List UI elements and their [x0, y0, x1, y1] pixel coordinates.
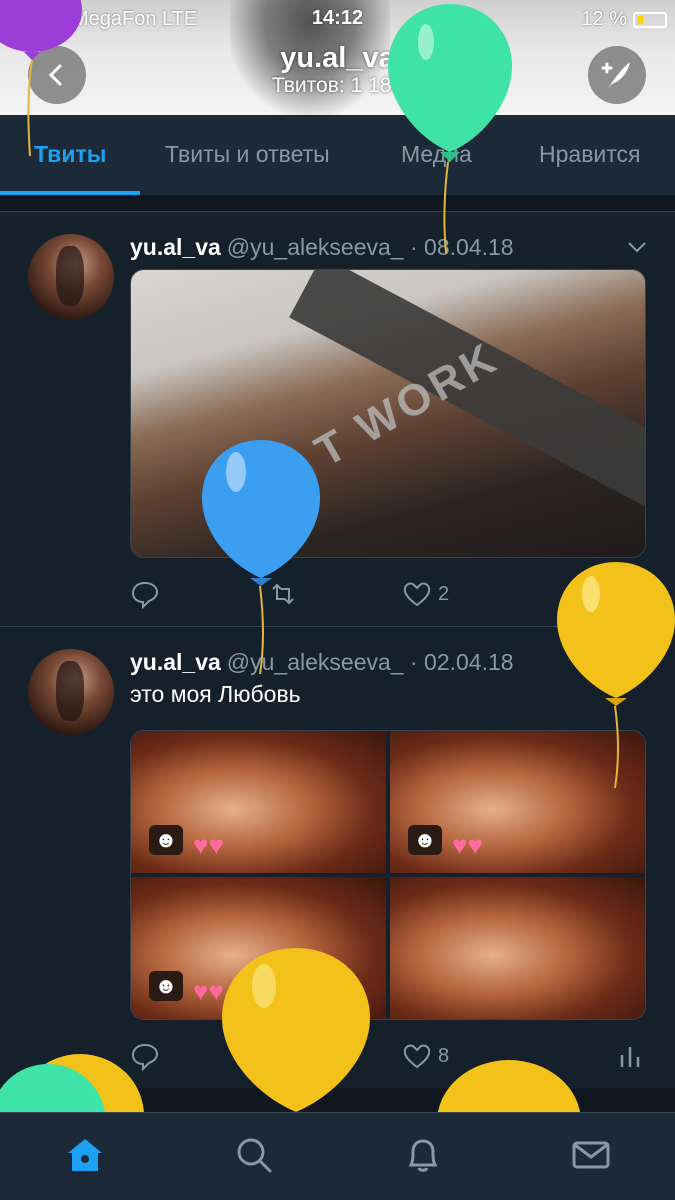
- compose-button[interactable]: [588, 46, 646, 104]
- status-right: 12 %: [581, 8, 667, 31]
- analytics-button[interactable]: [618, 1041, 642, 1071]
- tab-tweets-replies[interactable]: Твиты и ответы: [165, 141, 330, 168]
- mail-icon[interactable]: [571, 1135, 611, 1175]
- profile-header: ●●●○○ MegaFon LTE 14:12 12 % yu.al_va Тв…: [0, 0, 675, 115]
- grid-photo[interactable]: [390, 877, 645, 1019]
- like-count: 2: [438, 582, 450, 605]
- tweet-count: Твитов: 1 188: [271, 74, 404, 97]
- hearts-sticker-icon: ♥♥: [193, 830, 224, 860]
- balloon-yellow-decoration: [222, 948, 370, 1112]
- tab-likes[interactable]: Нравится: [539, 141, 641, 168]
- avatar[interactable]: [28, 234, 114, 320]
- avatar[interactable]: [28, 649, 114, 735]
- reply-icon: [131, 581, 159, 609]
- balloon-blue-decoration: [202, 440, 320, 675]
- balloon-yellow-decoration: [557, 562, 675, 789]
- profile-tabs: Твиты Твиты и ответы Медиа Нравится: [0, 115, 675, 195]
- feather-compose-icon: [601, 62, 630, 88]
- sticker-icon: ☻: [408, 825, 442, 855]
- sticker-icon: ☻: [149, 971, 183, 1001]
- chevron-down-icon[interactable]: [626, 236, 648, 258]
- home-icon[interactable]: [65, 1135, 105, 1175]
- bell-icon[interactable]: [403, 1135, 443, 1175]
- battery-icon: [633, 11, 667, 28]
- tweet-text: это моя Любовь: [130, 681, 301, 707]
- hearts-sticker-icon: ♥♥: [452, 830, 483, 860]
- tweet-author-name[interactable]: yu.al_va: [130, 234, 221, 260]
- clock: 14:12: [311, 7, 364, 29]
- battery-percent: 12 %: [581, 8, 627, 30]
- divider: [0, 195, 675, 211]
- reply-button[interactable]: [130, 579, 160, 609]
- heart-icon: [403, 1044, 431, 1069]
- balloon-cluster-decoration: [0, 1054, 144, 1112]
- heart-icon: [403, 582, 431, 607]
- search-icon[interactable]: [234, 1135, 274, 1175]
- status-bar: ●●●○○ MegaFon LTE 14:12 12 %: [0, 0, 675, 38]
- like-button[interactable]: 2: [402, 579, 449, 609]
- grid-photo[interactable]: ☻ ♥♥: [131, 731, 386, 873]
- balloon-yellow-decoration: [437, 1060, 581, 1112]
- analytics-icon: [620, 1047, 640, 1067]
- balloon-green-decoration: [388, 4, 512, 254]
- balloon-purple-decoration: [0, 0, 82, 157]
- profile-name: yu.al_va: [280, 42, 395, 74]
- sticker-icon: ☻: [149, 825, 183, 855]
